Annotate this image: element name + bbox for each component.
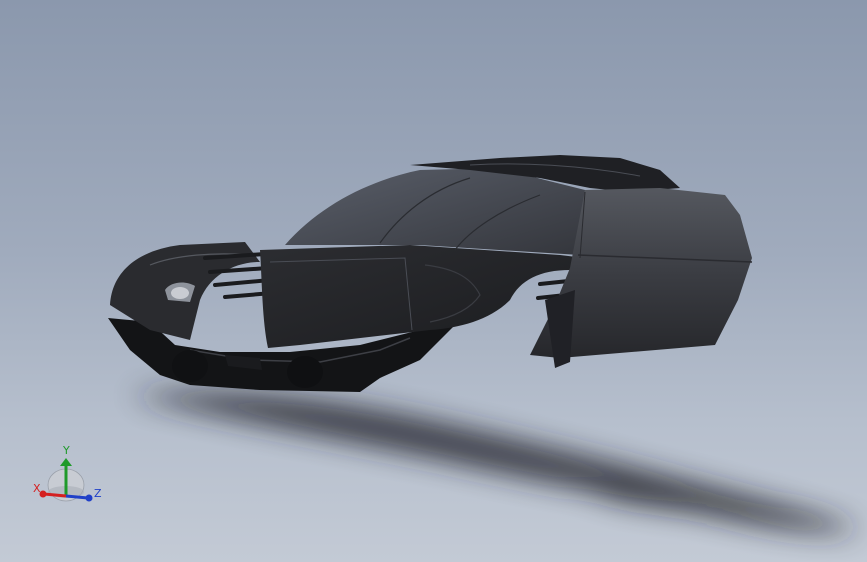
z-axis-label: Z: [94, 487, 102, 500]
ground-shadow: [130, 392, 860, 532]
x-axis-label: X: [33, 482, 41, 495]
rear-wheel[interactable]: [287, 356, 323, 388]
front-wheel[interactable]: [172, 350, 208, 382]
x-axis-arrow: [43, 492, 67, 498]
canopy-glass[interactable]: [285, 168, 585, 255]
graphics-viewport[interactable]: Y X Z: [0, 0, 867, 562]
y-axis-label: Y: [62, 444, 70, 457]
cad-model-scene[interactable]: [0, 0, 867, 562]
z-axis-arrow: [65, 494, 89, 500]
view-orientation-triad[interactable]: Y X Z: [30, 440, 110, 510]
